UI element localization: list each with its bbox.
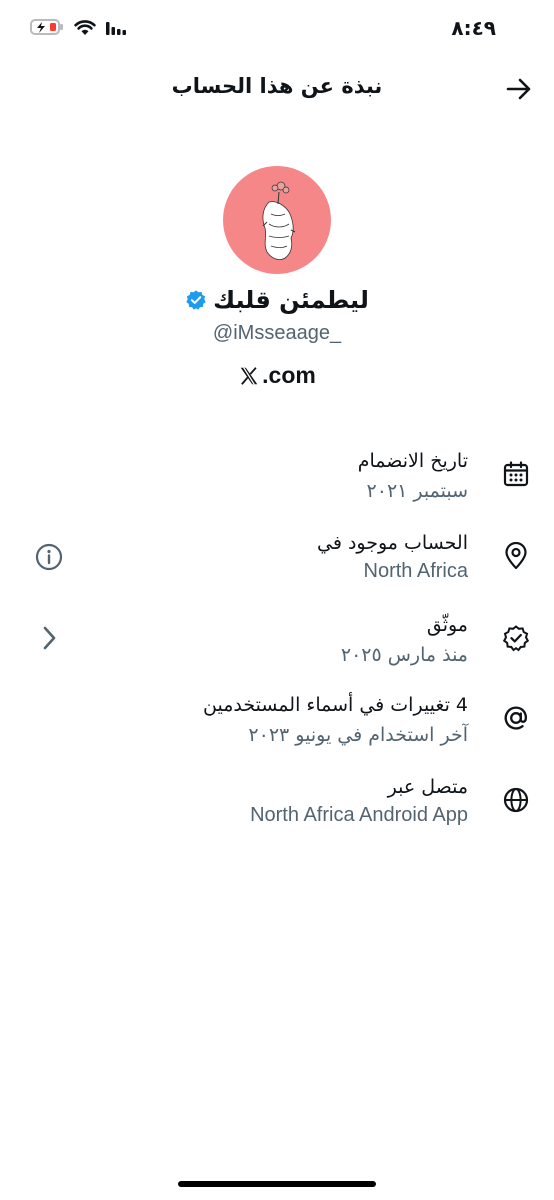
chevron-button[interactable] (34, 623, 64, 653)
row-value: North Africa Android App (250, 804, 468, 826)
row-label: تاريخ الانضمام (357, 450, 468, 472)
row-connected-via: متصل عبر North Africa Android App (0, 772, 554, 852)
info-icon (35, 543, 63, 571)
avatar[interactable] (223, 166, 331, 274)
status-time: ٨:٤٩ (451, 16, 496, 40)
calendar-icon (502, 460, 530, 488)
row-label: موثّق (426, 614, 468, 636)
battery-icon (30, 19, 63, 35)
display-name-row: ليطمئن قلبك (0, 286, 554, 314)
avatar-illustration (262, 181, 296, 260)
verified-badge-icon (502, 624, 530, 652)
home-indicator[interactable] (178, 1181, 376, 1187)
display-name: ليطمئن قلبك (213, 286, 369, 314)
row-account-location: الحساب موجود في North Africa (0, 528, 554, 608)
platform-domain: .com (262, 362, 316, 388)
back-button[interactable] (504, 74, 534, 104)
x-logo-icon (240, 366, 258, 385)
row-verified[interactable]: موثّق منذ مارس ٢٠٢٥ (0, 610, 554, 690)
row-value: North Africa (363, 560, 468, 582)
user-handle: @iMsseaage_ (212, 322, 342, 344)
at-sign-icon (502, 704, 530, 732)
info-button[interactable] (34, 542, 64, 572)
platform-link[interactable]: .com (0, 362, 554, 389)
row-username-changes: 4 تغييرات في أسماء المستخدمين آخر استخدا… (0, 690, 554, 770)
page-title: نبذة عن هذا الحساب (171, 74, 383, 98)
row-value: آخر استخدام في يونيو ٢٠٢٣ (248, 724, 468, 746)
location-pin-icon (502, 541, 530, 570)
status-icons (30, 18, 126, 36)
arrow-right-icon (506, 78, 531, 100)
verified-check-icon (186, 290, 206, 310)
row-label: 4 تغييرات في أسماء المستخدمين (203, 694, 468, 716)
row-label: متصل عبر (387, 776, 468, 798)
globe-icon (502, 786, 530, 814)
cellular-signal-icon (106, 22, 126, 35)
row-join-date: تاريخ الانضمام سبتمبر ٢٠٢١ (0, 446, 554, 526)
row-value: سبتمبر ٢٠٢١ (366, 480, 468, 502)
row-value: منذ مارس ٢٠٢٥ (340, 644, 468, 666)
chevron-right-icon (43, 626, 56, 650)
wifi-icon (74, 19, 96, 35)
row-label: الحساب موجود في (317, 532, 468, 554)
